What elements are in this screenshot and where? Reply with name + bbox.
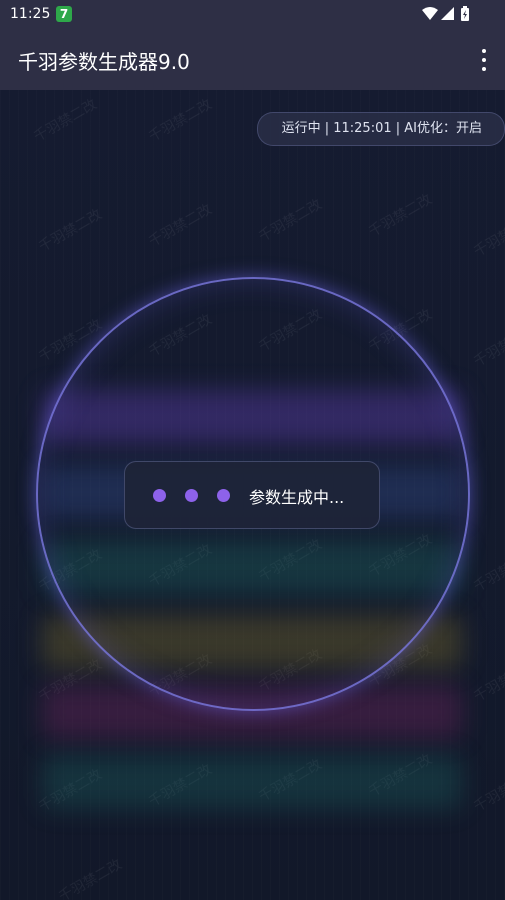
main-content: 千羽禁二改 千羽禁二改 千羽禁二改 千羽禁二改 千羽禁二改 千羽禁二改 千羽禁二…	[0, 90, 505, 900]
loading-dot	[217, 489, 230, 502]
battery-charging-icon	[461, 6, 469, 21]
watermark-text: 千羽禁二改	[471, 766, 505, 816]
watermark-text: 千羽禁二改	[31, 96, 100, 146]
app-bar: 千羽参数生成器9.0	[0, 30, 505, 90]
wifi-icon	[422, 7, 438, 20]
signal-icon	[441, 7, 454, 20]
watermark-text: 千羽禁二改	[36, 206, 105, 256]
watermark-text: 千羽禁二改	[366, 191, 435, 241]
watermark-text: 千羽禁二改	[471, 656, 505, 706]
watermark-text: 千羽禁二改	[471, 211, 505, 261]
status-pill: 运行中 | 11:25:01 | AI优化：开启	[256, 112, 505, 146]
status-icons	[421, 6, 477, 22]
watermark-text: 千羽禁二改	[256, 196, 325, 246]
watermark-text: 千羽禁二改	[471, 546, 505, 596]
status-time: 11:25	[10, 6, 51, 22]
watermark-text: 千羽禁二改	[146, 201, 215, 251]
loading-dot	[153, 489, 166, 502]
loading-dot	[185, 489, 198, 502]
watermark-text: 千羽禁二改	[146, 96, 215, 146]
notification-app-badge: 7	[56, 6, 72, 22]
app-title: 千羽参数生成器9.0	[18, 50, 190, 74]
blurred-content-band	[42, 755, 462, 809]
watermark-text: 千羽禁二改	[471, 321, 505, 371]
status-bar: 11:25 7	[0, 0, 505, 30]
watermark-text: 千羽禁二改	[56, 856, 125, 900]
loading-text: 参数生成中...	[249, 488, 345, 507]
loading-card: 参数生成中...	[124, 461, 380, 529]
more-vert-icon[interactable]	[477, 48, 491, 72]
